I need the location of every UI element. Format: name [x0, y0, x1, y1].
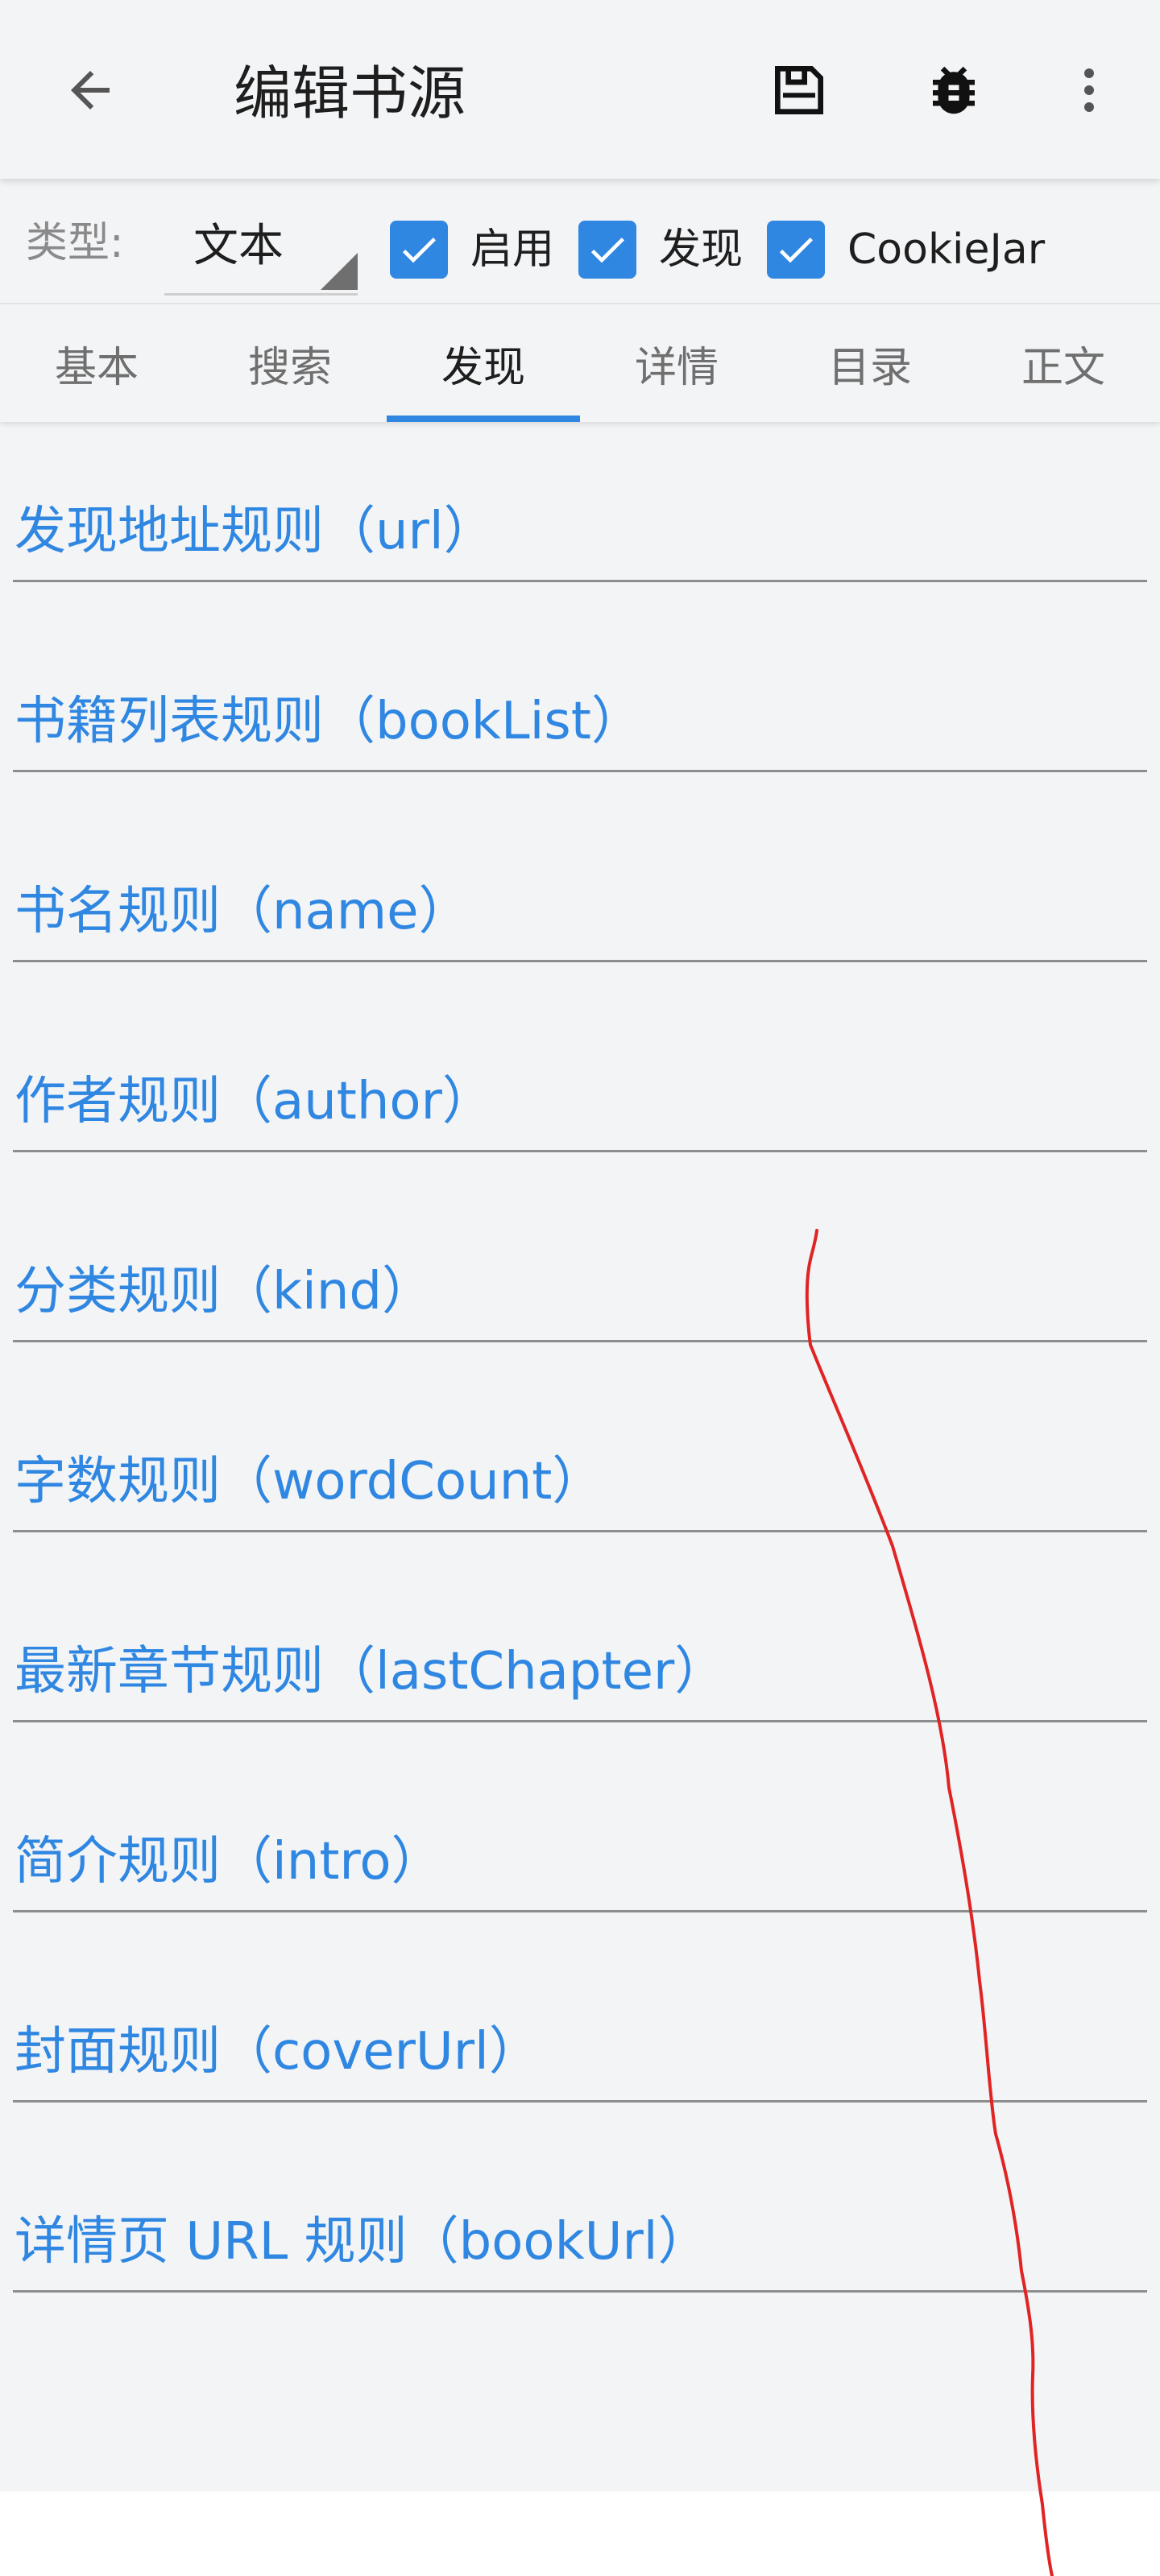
- checkbox-checked-icon: [578, 221, 636, 279]
- enable-checkbox[interactable]: 启用: [390, 221, 554, 279]
- field-underline: [13, 960, 1147, 962]
- bug-icon: [933, 66, 975, 114]
- field-book-url[interactable]: 详情页 URL 规则（bookUrl）: [13, 2132, 1147, 2322]
- field-label: 书籍列表规则（bookList）: [14, 692, 643, 751]
- tab-detail[interactable]: 详情: [580, 304, 773, 422]
- debug-button[interactable]: [912, 48, 996, 132]
- type-label: 类型:: [26, 219, 124, 267]
- field-label: 发现地址规则（url）: [14, 502, 495, 561]
- field-name[interactable]: 书名规则（name）: [13, 802, 1147, 992]
- field-underline: [13, 1720, 1147, 1722]
- field-underline: [13, 770, 1147, 772]
- field-explore-url[interactable]: 发现地址规则（url）: [13, 422, 1147, 612]
- save-button[interactable]: [757, 48, 841, 132]
- checkbox-checked-icon: [767, 221, 825, 279]
- field-label: 详情页 URL 规则（bookUrl）: [14, 2212, 710, 2272]
- field-last-chapter[interactable]: 最新章节规则（lastChapter）: [13, 1562, 1147, 1752]
- type-spinner-value: 文本: [193, 220, 284, 272]
- field-label: 简介规则（intro）: [14, 1832, 443, 1892]
- field-label: 作者规则（author）: [14, 1072, 494, 1131]
- more-options-button[interactable]: [1047, 48, 1131, 132]
- arrow-back-icon: [71, 71, 110, 110]
- checkbox-checked-icon: [390, 221, 448, 279]
- tab-bar: 基本 搜索 发现 详情 目录 正文: [0, 304, 1160, 422]
- type-spinner[interactable]: 文本: [164, 206, 358, 296]
- field-underline: [13, 2290, 1147, 2293]
- tab-basic[interactable]: 基本: [0, 304, 193, 422]
- field-label: 书名规则（name）: [14, 882, 470, 941]
- cookiejar-checkbox-label: CookieJar: [847, 225, 1046, 274]
- field-underline: [13, 2100, 1147, 2103]
- field-label: 字数规则（wordCount）: [14, 1452, 604, 1511]
- field-label: 封面规则（coverUrl）: [14, 2022, 541, 2082]
- field-intro[interactable]: 简介规则（intro）: [13, 1752, 1147, 1942]
- save-icon: [775, 66, 823, 114]
- enable-checkbox-label: 启用: [470, 225, 555, 274]
- tab-content[interactable]: 正文: [967, 304, 1160, 422]
- app-bar: 编辑书源: [0, 0, 1160, 179]
- discover-checkbox[interactable]: 发现: [578, 221, 743, 279]
- tab-toc[interactable]: 目录: [773, 304, 967, 422]
- field-underline: [13, 1910, 1147, 1912]
- tab-search[interactable]: 搜索: [193, 304, 387, 422]
- back-button[interactable]: [48, 48, 132, 132]
- more-vert-icon: [1084, 68, 1094, 112]
- tab-discover[interactable]: 发现: [387, 304, 580, 422]
- field-book-list[interactable]: 书籍列表规则（bookList）: [13, 612, 1147, 802]
- field-cover-url[interactable]: 封面规则（coverUrl）: [13, 1942, 1147, 2132]
- options-row: 类型: 文本 启用 发现 CookieJar: [0, 179, 1160, 304]
- field-underline: [13, 580, 1147, 582]
- field-label: 最新章节规则（lastChapter）: [14, 1642, 727, 1701]
- field-author[interactable]: 作者规则（author）: [13, 992, 1147, 1182]
- field-word-count[interactable]: 字数规则（wordCount）: [13, 1372, 1147, 1562]
- field-underline: [13, 1150, 1147, 1152]
- field-kind[interactable]: 分类规则（kind）: [13, 1182, 1147, 1372]
- spinner-arrow-icon: [321, 253, 358, 290]
- page-title: 编辑书源: [234, 60, 466, 127]
- discover-checkbox-label: 发现: [659, 225, 744, 274]
- cookiejar-checkbox[interactable]: CookieJar: [767, 221, 1045, 279]
- field-underline: [13, 1530, 1147, 1532]
- field-label: 分类规则（kind）: [14, 1262, 434, 1321]
- field-underline: [13, 1340, 1147, 1342]
